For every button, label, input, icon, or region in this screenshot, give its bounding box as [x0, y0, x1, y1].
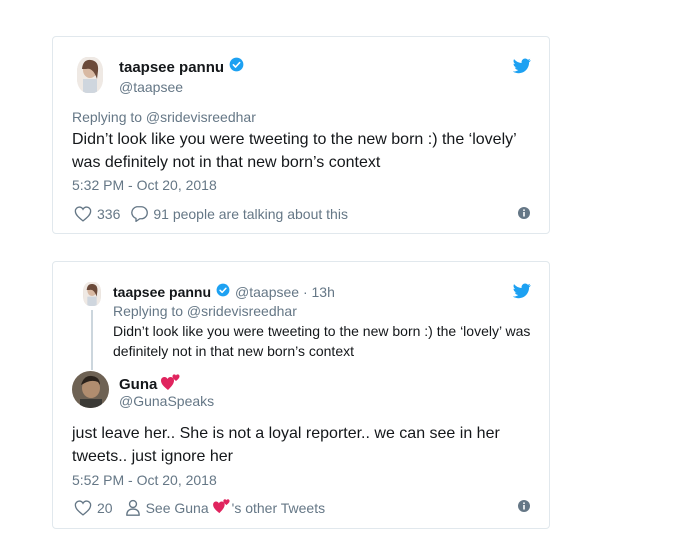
timestamp[interactable]: 5:32 PM - Oct 20, 2018: [72, 177, 217, 193]
like-count: 20: [97, 499, 113, 516]
talking-about-text: 91 people are talking about this: [153, 205, 348, 222]
author-name[interactable]: taapsee pannu: [119, 59, 224, 76]
two-hearts-emoji-icon: [212, 498, 231, 517]
embedded-tweet-card: taapsee pannu @taapsee · 13h Replying to…: [52, 261, 550, 529]
parent-tweet-text: Didn’t look like you were tweeting to th…: [113, 321, 543, 361]
thread-line: [91, 310, 93, 370]
parent-author-name[interactable]: taapsee pannu: [113, 284, 211, 300]
parent-tweet-text-line: definitely not in that new born’s contex…: [113, 343, 355, 359]
like-count: 336: [97, 205, 121, 222]
avatar[interactable]: [77, 57, 103, 93]
twitter-bird-icon[interactable]: [512, 283, 531, 304]
tweet-text-line: tweets.. just ignore her: [72, 448, 233, 465]
like-button[interactable]: 20: [74, 498, 113, 517]
reply-bubble-icon: [131, 206, 149, 222]
parent-tweet-text-line: Didn’t look like you were tweeting to th…: [113, 323, 531, 339]
like-button[interactable]: 336: [74, 205, 120, 222]
author-handle[interactable]: @taapsee: [119, 79, 183, 95]
twitter-bird-icon[interactable]: [512, 58, 531, 79]
author-name[interactable]: Guna: [119, 376, 157, 393]
see-other-suffix: 's other Tweets: [231, 499, 326, 516]
tweet-text-line: just leave her.. She is not a loyal repo…: [72, 425, 500, 442]
talking-about-link[interactable]: 91 people are talking about this: [130, 205, 348, 222]
person-icon: [125, 499, 140, 516]
parent-avatar[interactable]: [83, 282, 101, 306]
parent-replying-to[interactable]: Replying to @sridevisreedhar: [113, 303, 297, 319]
avatar[interactable]: [72, 371, 109, 408]
tweet-text-line: Didn’t look like you were tweeting to th…: [72, 131, 517, 148]
tweet-text: just leave her.. She is not a loyal repo…: [72, 422, 542, 468]
embedded-tweet-card: taapsee pannu @taapsee Replying to @srid…: [52, 36, 550, 234]
see-other-tweets-link[interactable]: See Guna 's other Tweets: [125, 498, 326, 517]
author-handle[interactable]: @GunaSpeaks: [119, 393, 214, 409]
verified-badge-icon: [229, 57, 244, 77]
see-other-prefix: See Guna: [145, 499, 209, 516]
verified-badge-icon: [216, 283, 230, 300]
replying-to[interactable]: Replying to @sridevisreedhar: [72, 109, 256, 125]
heart-outline-icon: [74, 499, 92, 516]
parent-handle-time[interactable]: @taapsee · 13h: [235, 284, 335, 300]
tweet-text-line: was definitely not in that new born’s co…: [72, 154, 381, 171]
info-icon[interactable]: [518, 206, 530, 224]
info-icon[interactable]: [518, 499, 530, 517]
timestamp[interactable]: 5:52 PM - Oct 20, 2018: [72, 472, 217, 488]
tweet-text: Didn’t look like you were tweeting to th…: [72, 128, 542, 174]
heart-outline-icon: [74, 205, 92, 222]
